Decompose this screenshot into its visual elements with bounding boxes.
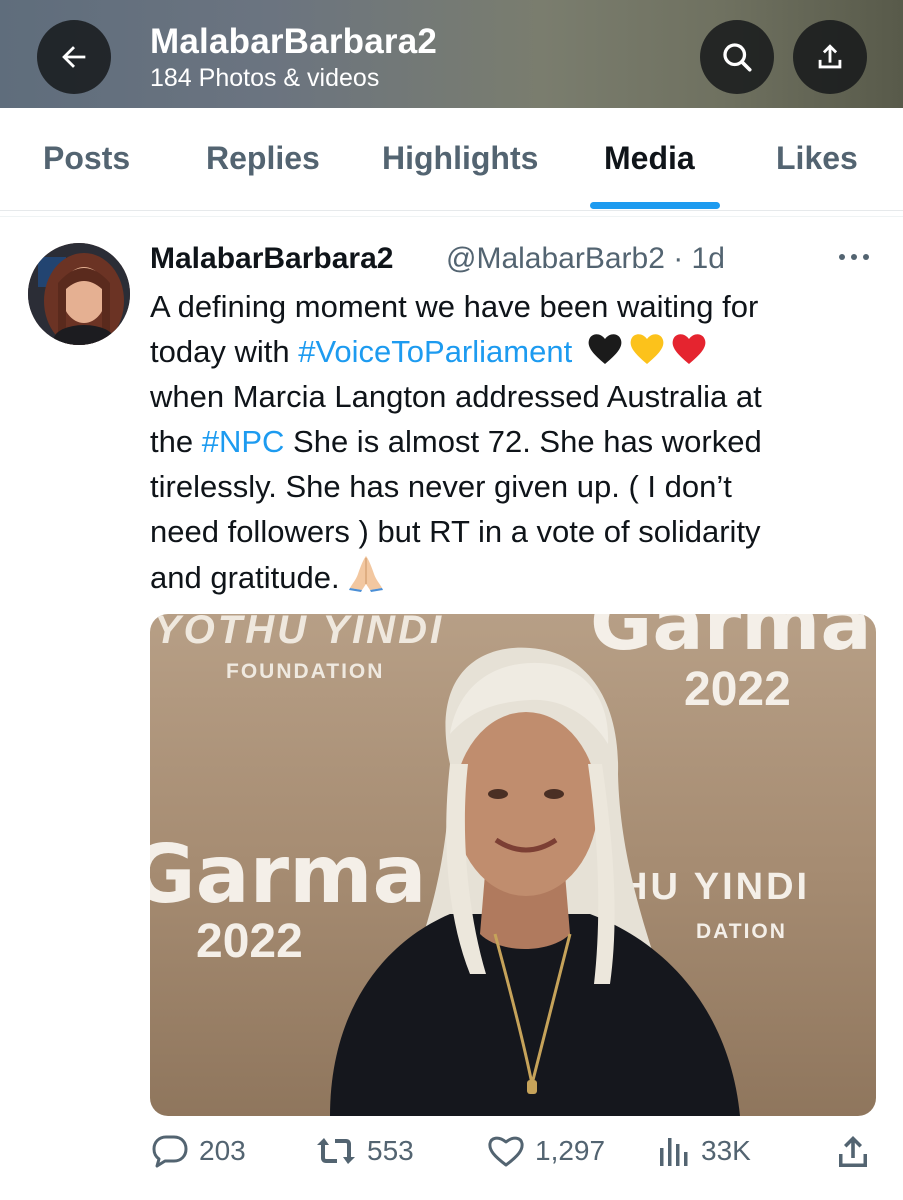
person-figure xyxy=(330,647,740,1116)
tweet-text-segment: today with xyxy=(150,334,299,369)
tweet-text-segment: She is almost 72. She has worked xyxy=(284,424,762,459)
tab-media[interactable]: Media xyxy=(604,140,695,177)
share-icon xyxy=(818,44,842,69)
media-count: 184 Photos & videos xyxy=(150,64,380,92)
view-count: 33K xyxy=(701,1135,751,1166)
tweet-line: tirelessly. She has never given up. ( I … xyxy=(150,469,732,504)
search-icon xyxy=(723,43,752,72)
profile-header: MalabarBarbara2 184 Photos & videos xyxy=(0,0,903,108)
tweet-author-name[interactable]: MalabarBarbara2 xyxy=(150,242,393,276)
tweet-line: and gratitude. xyxy=(150,554,880,600)
reply-count: 203 xyxy=(199,1135,246,1166)
tweet-line: today with #VoiceToParliament xyxy=(150,329,880,374)
avatar-image xyxy=(28,243,130,345)
folded-hands-icon xyxy=(348,556,383,592)
tweet-line: A defining moment we have been waiting f… xyxy=(150,289,759,324)
reply-icon xyxy=(152,1135,188,1168)
black-heart-icon xyxy=(588,334,622,364)
avatar[interactable] xyxy=(28,243,130,345)
share-profile-button[interactable] xyxy=(793,20,867,94)
repost-icon xyxy=(317,1138,355,1164)
tweet-text-segment: and gratitude. xyxy=(150,560,340,595)
tab-posts[interactable]: Posts xyxy=(43,140,130,177)
yellow-heart-icon xyxy=(630,334,664,364)
tab-likes[interactable]: Likes xyxy=(776,140,858,177)
active-tab-indicator xyxy=(590,202,720,209)
repost-button[interactable]: 553 xyxy=(315,1134,414,1168)
search-button[interactable] xyxy=(700,20,774,94)
tweet-handle-time[interactable]: @MalabarBarb2 · 1d xyxy=(446,242,725,276)
like-count: 1,297 xyxy=(535,1135,606,1166)
profile-name: MalabarBarbara2 xyxy=(150,22,438,61)
tab-highlights[interactable]: Highlights xyxy=(382,140,538,177)
tweet-actions: 203 553 1,297 33K xyxy=(0,1128,903,1184)
tweet-line: when Marcia Langton addressed Australia … xyxy=(150,379,762,414)
tweet-photo[interactable]: YOTHU YINDI FOUNDATION Garma 2022 Garma … xyxy=(150,614,876,1116)
tweet-text: A defining moment we have been waiting f… xyxy=(150,284,880,600)
tabs-divider-secondary xyxy=(0,216,903,217)
red-heart-icon xyxy=(672,334,706,364)
tweet-text-segment: the xyxy=(150,424,202,459)
reply-button[interactable]: 203 xyxy=(151,1134,246,1168)
views-button[interactable]: 33K xyxy=(657,1134,751,1168)
tabs-divider xyxy=(0,210,903,211)
analytics-bars-icon xyxy=(660,1138,688,1166)
tweet-line: the #NPC She is almost 72. She has worke… xyxy=(150,419,880,464)
back-button[interactable] xyxy=(37,20,111,94)
tweet-line: need followers ) but RT in a vote of sol… xyxy=(150,514,761,549)
share-button[interactable] xyxy=(836,1134,870,1170)
profile-tabs: Posts Replies Highlights Media Likes xyxy=(0,108,903,212)
share-icon xyxy=(839,1136,867,1167)
more-options-icon[interactable] xyxy=(836,250,872,264)
hashtag-npc[interactable]: #NPC xyxy=(202,424,285,459)
tab-replies[interactable]: Replies xyxy=(206,140,320,177)
arrow-left-icon xyxy=(62,46,86,68)
repost-count: 553 xyxy=(367,1135,414,1166)
heart-outline-icon xyxy=(488,1136,524,1167)
hashtag-voicetoparliament[interactable]: #VoiceToParliament xyxy=(298,334,572,369)
like-button[interactable]: 1,297 xyxy=(487,1134,605,1168)
